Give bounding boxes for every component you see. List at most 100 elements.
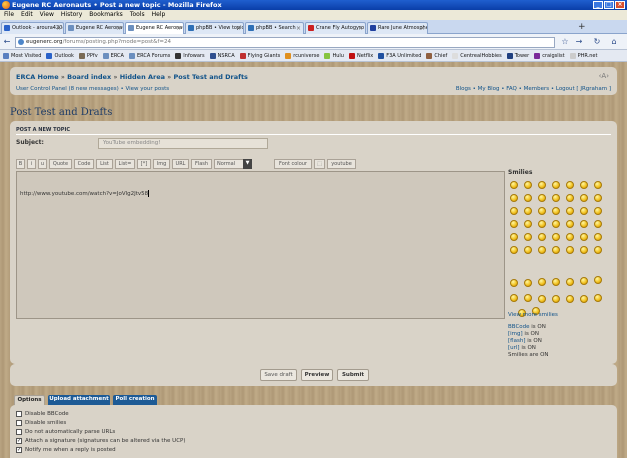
smiley-icon[interactable] <box>552 246 560 254</box>
smiley-icon[interactable] <box>538 246 546 254</box>
smiley-icon[interactable] <box>510 294 518 302</box>
bbcode-status-link[interactable]: BBCode <box>508 324 530 330</box>
bbcode-button[interactable]: B <box>16 159 25 169</box>
new-tab-button[interactable]: + <box>578 23 588 33</box>
smiley-icon[interactable] <box>524 233 532 241</box>
browser-tab[interactable]: phpBB • View topic - YouT...× <box>185 22 244 34</box>
bookmark-item[interactable]: Chief <box>426 50 447 61</box>
browser-tab[interactable]: Eugene RC Aeronauts • P...× <box>65 22 124 34</box>
smiley-icon[interactable] <box>594 207 602 215</box>
smiley-icon[interactable] <box>566 181 574 189</box>
bookmark-item[interactable]: PHR.net <box>569 50 597 61</box>
submit-button[interactable]: Submit <box>337 369 369 381</box>
home-button[interactable]: ⌂ <box>609 37 619 47</box>
page-title[interactable]: Post Test and Drafts <box>10 107 112 118</box>
option-checkbox[interactable] <box>16 420 22 426</box>
bookmark-item[interactable]: Infowars <box>175 50 205 61</box>
bookmark-item[interactable]: CentrealHobbies <box>452 50 502 61</box>
bbcode-status-link[interactable]: [flash] <box>508 338 525 344</box>
change-font-size-icon[interactable]: ‹A› <box>599 72 609 80</box>
smiley-icon[interactable] <box>566 295 574 303</box>
smiley-icon[interactable] <box>566 246 574 254</box>
smiley-icon[interactable] <box>594 246 602 254</box>
minimize-button[interactable]: _ <box>593 1 603 9</box>
smiley-icon[interactable] <box>524 207 532 215</box>
bookmark-item[interactable]: PPfv <box>78 50 98 61</box>
bookmark-star-icon[interactable]: ☆ <box>560 37 570 47</box>
message-textarea[interactable]: http://www.youtube.com/watch?v=JoVlg2Jtv… <box>16 171 505 319</box>
bookmark-item[interactable]: F3A Unlimited <box>378 50 421 61</box>
smiley-icon[interactable] <box>566 207 574 215</box>
breadcrumb-hidden-area[interactable]: Hidden Area <box>120 73 165 81</box>
smiley-icon[interactable] <box>538 220 546 228</box>
option-row[interactable]: ✓ Notify me when a reply is posted <box>16 447 116 453</box>
smiley-icon[interactable] <box>524 220 532 228</box>
breadcrumb-board-index[interactable]: Board index <box>67 73 111 81</box>
option-checkbox[interactable]: ✓ <box>16 438 22 444</box>
tab-upload-attachment[interactable]: Upload attachment <box>48 395 110 405</box>
option-row[interactable]: ✓ Attach a signature (signatures can be a… <box>16 438 186 444</box>
smiley-icon[interactable] <box>524 294 532 302</box>
bbcode-button[interactable]: youtube <box>327 159 356 169</box>
smiley-icon[interactable] <box>510 279 518 287</box>
option-checkbox[interactable] <box>16 429 22 435</box>
view-more-smilies-link[interactable]: View more smilies <box>508 312 558 318</box>
smiley-icon[interactable] <box>524 279 532 287</box>
smiley-icon[interactable] <box>594 276 602 284</box>
smiley-icon[interactable] <box>594 220 602 228</box>
bbcode-button[interactable]: i <box>27 159 36 169</box>
menu-bookmarks[interactable]: Bookmarks <box>89 10 123 20</box>
bookmark-item[interactable]: Flying Giants <box>239 50 280 61</box>
smiley-icon[interactable] <box>510 181 518 189</box>
bbcode-button[interactable]: Font colour <box>274 159 312 169</box>
browser-tab[interactable]: Crane Fly Autogyro Euge...× <box>305 22 366 34</box>
smiley-icon[interactable] <box>510 207 518 215</box>
smiley-icon[interactable] <box>510 220 518 228</box>
bookmark-item[interactable]: ERCA <box>102 50 124 61</box>
bookmark-item[interactable]: Outlook <box>46 50 74 61</box>
bbcode-button[interactable]: Img <box>153 159 170 169</box>
bookmark-item[interactable]: NSRCA <box>209 50 235 61</box>
maximize-button[interactable]: □ <box>604 1 614 9</box>
bbcode-button[interactable]: List= <box>115 159 135 169</box>
reload-button[interactable]: ↻ <box>592 37 602 47</box>
bbcode-button[interactable]: u <box>38 159 47 169</box>
forward-button[interactable]: → <box>574 37 584 47</box>
tab-options[interactable]: Options <box>14 395 45 405</box>
smiley-icon[interactable] <box>580 194 588 202</box>
site-identity-icon[interactable] <box>18 39 24 45</box>
bbcode-button[interactable]: Code <box>74 159 94 169</box>
bbcode-button[interactable]: ⬚ <box>314 159 325 169</box>
smiley-icon[interactable] <box>538 194 546 202</box>
smiley-icon[interactable] <box>566 233 574 241</box>
smiley-icon[interactable] <box>566 278 574 286</box>
browser-tab[interactable]: Outlook - aroura420@hot...× <box>1 22 64 34</box>
menu-view[interactable]: View <box>40 10 54 20</box>
tab-close-icon[interactable]: × <box>358 23 363 34</box>
bbcode-button[interactable]: List <box>96 159 113 169</box>
smiley-icon[interactable] <box>524 194 532 202</box>
smiley-icon[interactable] <box>566 194 574 202</box>
bbcode-button[interactable]: [*] <box>137 159 151 169</box>
bbcode-button[interactable]: URL <box>172 159 189 169</box>
chevron-down-icon[interactable]: ▼ <box>243 159 252 169</box>
tab-poll-creation[interactable]: Poll creation <box>113 395 157 405</box>
tab-close-icon[interactable]: × <box>116 23 121 34</box>
smiley-icon[interactable] <box>538 181 546 189</box>
smiley-icon[interactable] <box>510 194 518 202</box>
smiley-icon[interactable] <box>594 194 602 202</box>
close-window-button[interactable]: × <box>615 1 625 9</box>
smiley-icon[interactable] <box>580 246 588 254</box>
preview-button[interactable]: Preview <box>301 369 333 381</box>
bookmark-item[interactable]: rcuniverse <box>285 50 319 61</box>
smiley-icon[interactable] <box>580 233 588 241</box>
smiley-icon[interactable] <box>538 233 546 241</box>
smiley-icon[interactable] <box>594 294 602 302</box>
menu-tools[interactable]: Tools <box>130 10 145 20</box>
smiley-icon[interactable] <box>580 181 588 189</box>
smiley-icon[interactable] <box>580 295 588 303</box>
breadcrumb-home[interactable]: ERCA Home <box>16 73 59 81</box>
tab-close-icon[interactable]: × <box>56 23 61 34</box>
bbcode-button[interactable]: Flash <box>191 159 212 169</box>
smiley-icon[interactable] <box>552 295 560 303</box>
